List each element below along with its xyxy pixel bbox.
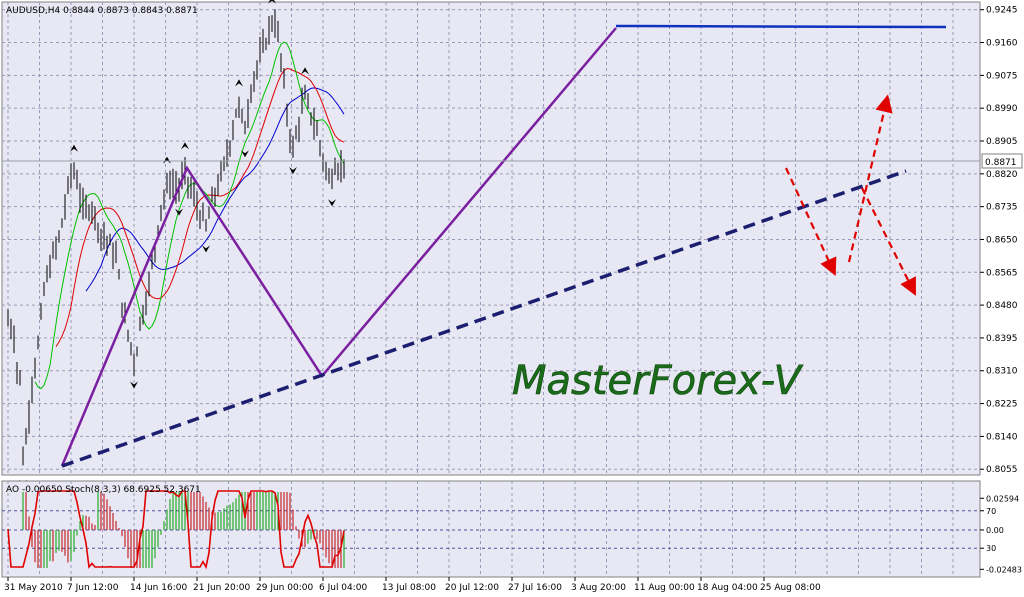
price-tick-label: 0.8055 (986, 465, 1018, 475)
chart-canvas: 0.9245 0.9160 0.9075 0.8990 0.8905 0.8820 0.87… (0, 0, 1024, 597)
watermark-logo: MasterForex-V (512, 358, 804, 404)
price-tick-label: 0.8820 (986, 170, 1018, 180)
time-tick-label: 21 Jun 20:00 (193, 583, 250, 593)
indicator-header: AO -0.00650 Stoch(8,3,3) 68.6925 52.3671 (6, 485, 201, 495)
indicator-tick-label: 0.00 (986, 526, 1004, 535)
price-tick-label: 0.8735 (986, 203, 1018, 213)
indicator-panel: 0.02594 70 0.00 30 -0.02483 AO -0.00650 Stoc… (1, 480, 1022, 578)
indicator-tick-label: 30 (986, 544, 996, 553)
price-tick-label: 0.8225 (986, 400, 1018, 410)
time-tick-label: 3 Aug 20:00 (571, 583, 626, 593)
price-tick-label: 0.9160 (986, 39, 1018, 49)
time-tick-label: 6 Jul 04:00 (319, 583, 368, 593)
price-tick-label: 0.8565 (986, 268, 1018, 278)
price-panel: 0.9245 0.9160 0.9075 0.8990 0.8905 0.8820 0.87… (1, 0, 1023, 487)
time-tick-label: 18 Aug 04:00 (697, 583, 758, 593)
time-tick-label: 7 Jun 12:00 (67, 583, 119, 593)
time-tick-label: 27 Jul 16:00 (508, 583, 562, 593)
price-axis: 0.9245 0.9160 0.9075 0.8990 0.8905 0.8820 0.87… (980, 6, 1018, 475)
time-tick-label: 29 Jun 00:00 (256, 583, 313, 593)
price-tick-label: 0.8990 (986, 104, 1018, 114)
price-tick-label: 0.8650 (986, 235, 1018, 245)
price-tick-label: 0.8480 (986, 301, 1018, 311)
time-tick-label: 20 Jul 12:00 (445, 583, 499, 593)
price-tick-label: 0.8140 (986, 432, 1018, 442)
time-tick-label: 11 Aug 00:00 (634, 583, 695, 593)
indicator-tick-label: 0.02594 (986, 494, 1019, 503)
indicator-tick-label: -0.02483 (986, 565, 1022, 574)
time-tick-label: 25 Aug 08:00 (760, 583, 821, 593)
time-tick-label: 13 Jul 08:00 (382, 583, 436, 593)
time-tick-label: 14 Jun 16:00 (130, 583, 187, 593)
price-tick-label: 0.9075 (986, 71, 1018, 81)
price-tick-label: 0.8395 (986, 334, 1018, 344)
current-price-value: 0.8871 (985, 158, 1017, 168)
price-tick-label: 0.9245 (986, 6, 1018, 16)
price-tick-label: 0.8905 (986, 137, 1018, 147)
time-tick-label: 31 May 2010 (4, 583, 63, 593)
indicator-tick-label: 70 (986, 507, 996, 516)
price-tick-label: 0.8310 (986, 367, 1018, 377)
resistance-line (615, 24, 947, 29)
symbol-header: AUDUSD,H4 0.8844 0.8873 0.8843 0.8871 (6, 6, 198, 16)
